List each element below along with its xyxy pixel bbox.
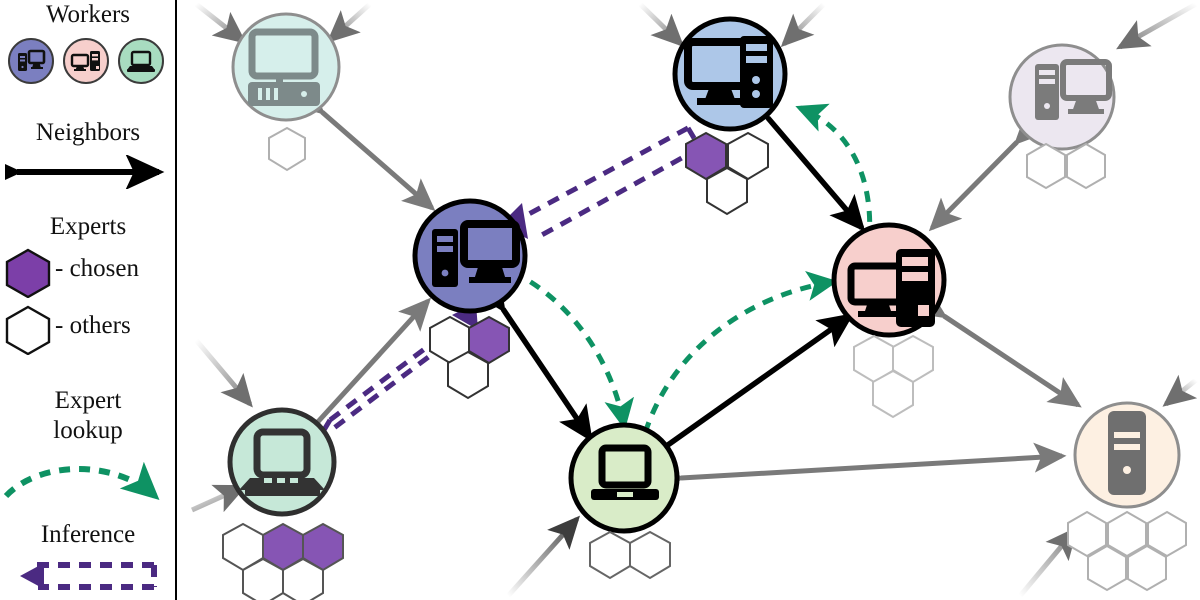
edge-bottomcenter-bottomright — [652, 442, 1067, 495]
node-top-right[interactable] — [1008, 43, 1116, 151]
edge-bottomcenter-pink — [630, 313, 855, 479]
node-top-left[interactable] — [231, 12, 341, 122]
hex-other — [706, 166, 748, 216]
server-tower-icon — [1108, 411, 1146, 495]
lookup-bottomcenter-to-pink — [637, 271, 838, 453]
legend-inference-title: Inference — [40, 521, 136, 548]
hex-other — [1066, 142, 1106, 190]
node-top-center[interactable] — [672, 16, 788, 132]
edge-bottomleft-center-gray — [285, 297, 432, 456]
legend-workers-title: Workers — [45, 1, 131, 28]
monitor-tower-icon — [70, 51, 100, 71]
hex-other — [1026, 142, 1066, 190]
legend-lookup-title-line1: Expert — [54, 387, 122, 414]
legend-inference-arrow — [20, 562, 157, 590]
node-right-pink[interactable] — [831, 222, 947, 338]
desktop-tower-icon — [18, 49, 46, 71]
hex-other — [872, 369, 914, 419]
edge-pink-bottomright — [912, 288, 1082, 408]
legend-panel: Workers Neighbors Experts - chosen - oth… — [0, 0, 177, 600]
legend-neighbors-title: Neighbors — [35, 119, 141, 146]
hex-other — [629, 530, 671, 580]
legend-hex-other — [5, 305, 51, 355]
legend-experts-title: Experts — [49, 213, 127, 240]
legend-divider — [175, 0, 177, 600]
edge-purple-bottomcenter — [472, 274, 593, 443]
legend-lookup-title-line2: lookup — [53, 417, 123, 444]
diagram-stage: Workers Neighbors Experts - chosen - oth… — [0, 0, 1200, 600]
legend-hex-chosen — [5, 248, 51, 298]
hex-other — [447, 350, 489, 400]
edge-topleft-center — [291, 82, 436, 211]
legend-worker-monitor-tower — [63, 38, 109, 84]
legend-neighbor-arrow — [5, 155, 165, 189]
legend-worker-laptop — [118, 38, 164, 84]
hex-other — [1127, 544, 1167, 592]
legend-worker-desktop-tower — [8, 38, 54, 84]
legend-others-label: - others — [55, 312, 131, 339]
hex-other — [1087, 544, 1127, 592]
neighbor-edges-active — [472, 83, 866, 479]
hex-other — [268, 126, 306, 172]
laptop-icon — [127, 50, 155, 72]
node-bottom-right[interactable] — [1073, 401, 1181, 509]
legend-chosen-label: - chosen — [55, 255, 139, 282]
legend-lookup-arrow — [3, 461, 160, 501]
edge-topcenter-pink — [735, 83, 866, 232]
inference-topcenter-to-purple — [525, 125, 703, 239]
graph-canvas — [190, 1, 1198, 600]
hex-other — [589, 530, 631, 580]
node-bottom-left[interactable] — [227, 407, 337, 517]
node-center-purple[interactable] — [412, 198, 528, 314]
edge-topright-pink — [928, 111, 1048, 232]
node-bottom-center[interactable] — [568, 422, 680, 534]
